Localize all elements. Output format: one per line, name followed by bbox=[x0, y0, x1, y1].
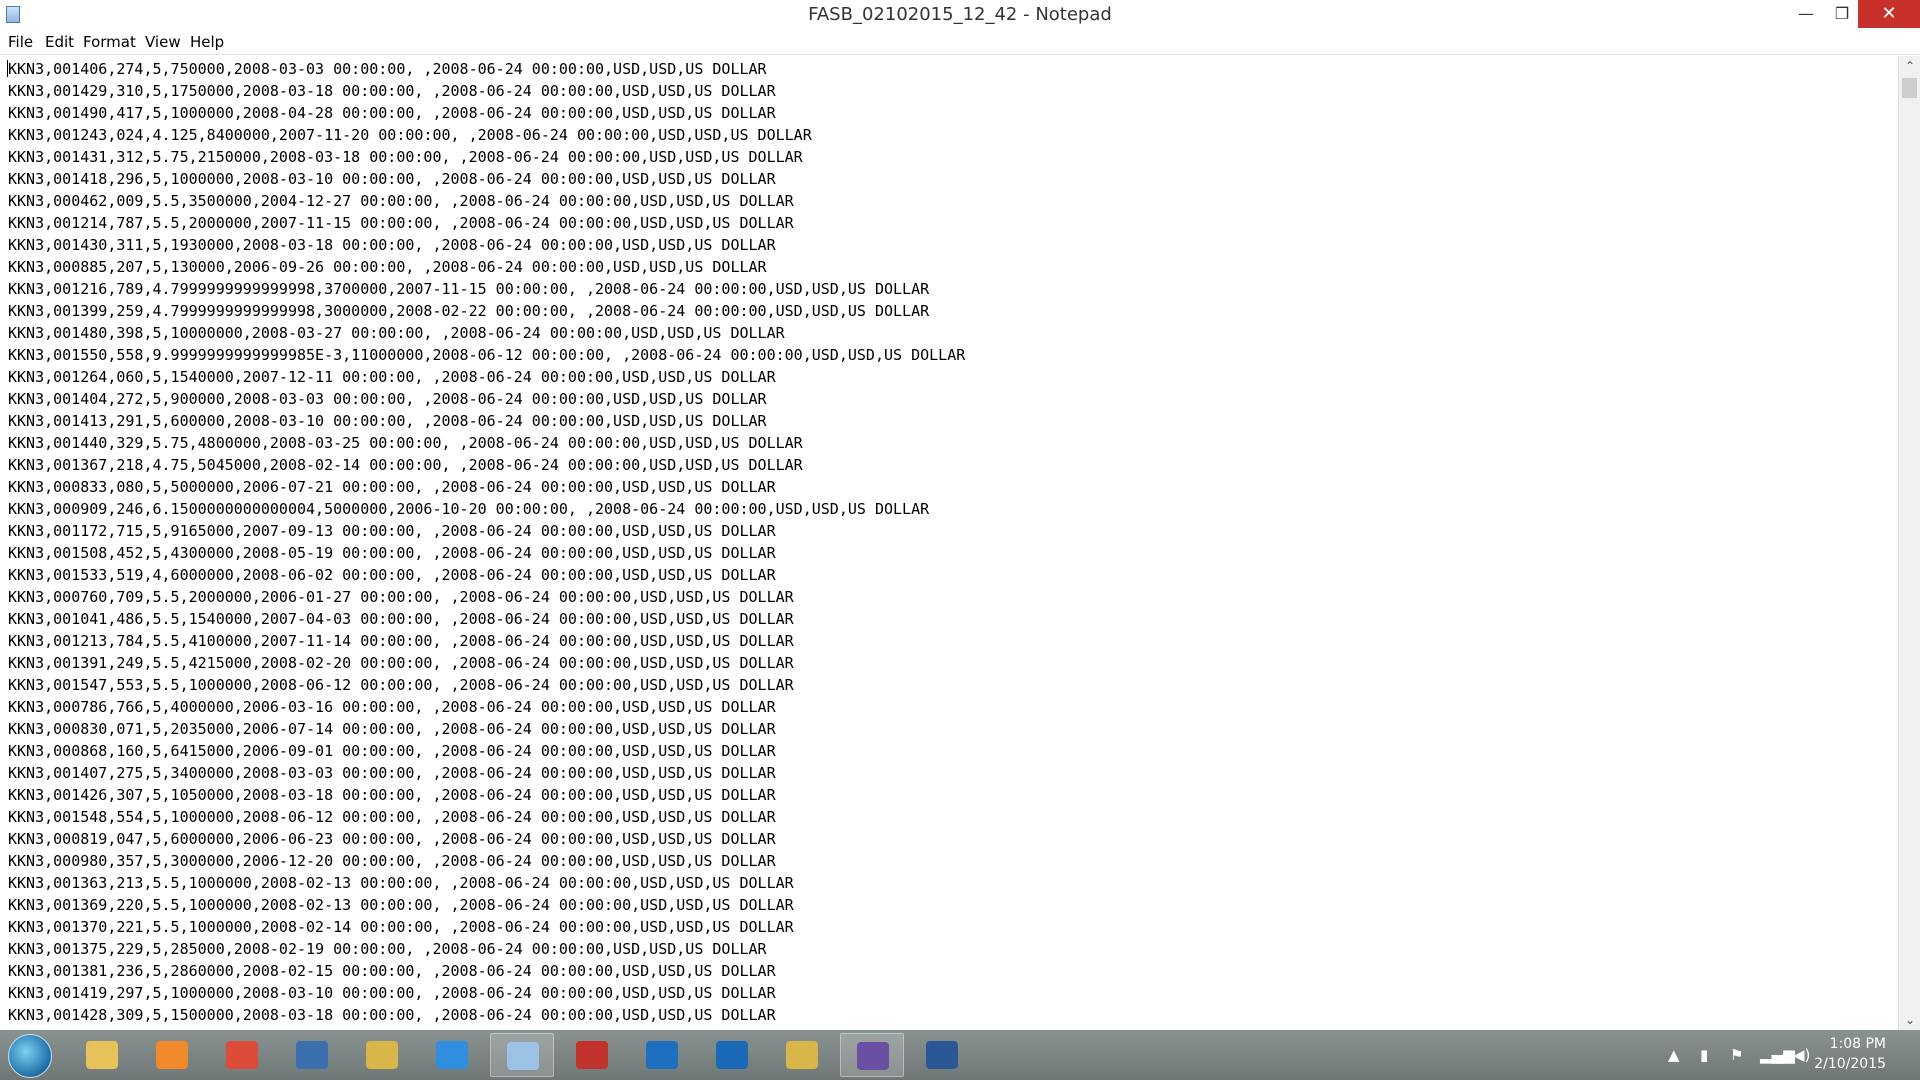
taskbar-tools-button[interactable] bbox=[350, 1033, 414, 1077]
menu-format[interactable]: Format bbox=[83, 30, 136, 54]
text-line: KKN3,000819,047,5,6000000,2006-06-23 00:… bbox=[8, 830, 776, 848]
text-line: KKN3,001375,229,5,285000,2008-02-19 00:0… bbox=[8, 940, 767, 958]
taskbar-notepad-button[interactable] bbox=[490, 1033, 554, 1077]
text-line: KKN3,001264,060,5,1540000,2007-12-11 00:… bbox=[8, 368, 776, 386]
text-line: KKN3,001533,519,4,6000000,2008-06-02 00:… bbox=[8, 566, 776, 584]
tools-2-icon bbox=[786, 1041, 818, 1069]
text-line: KKN3,001428,309,5,1500000,2008-03-18 00:… bbox=[8, 1006, 776, 1024]
taskbar-visual-studio-button[interactable] bbox=[840, 1033, 904, 1077]
title-bar[interactable]: FASB_02102015_12_42 - Notepad — ❐ ✕ bbox=[0, 0, 1920, 30]
taskbar-word-button[interactable] bbox=[910, 1033, 974, 1077]
minimize-button[interactable]: — bbox=[1786, 0, 1826, 28]
tools-icon bbox=[366, 1041, 398, 1069]
text-line: KKN3,000868,160,5,6415000,2006-09-01 00:… bbox=[8, 742, 776, 760]
text-line: KKN3,001363,213,5.5,1000000,2008-02-13 0… bbox=[8, 874, 794, 892]
text-line: KKN3,001406,274,5,750000,2008-03-03 00:0… bbox=[8, 60, 767, 78]
action-center-flag-icon[interactable]: ⚑ bbox=[1730, 1046, 1743, 1064]
battery-icon[interactable]: ▮ bbox=[1700, 1046, 1708, 1064]
internet-explorer-icon bbox=[436, 1041, 468, 1069]
text-line: KKN3,001430,311,5,1930000,2008-03-18 00:… bbox=[8, 236, 776, 254]
text-line: KKN3,001440,329,5.75,4800000,2008-03-25 … bbox=[8, 434, 803, 452]
text-line: KKN3,001216,789,4.7999999999999998,37000… bbox=[8, 280, 930, 298]
text-line: KKN3,000462,009,5.5,3500000,2004-12-27 0… bbox=[8, 192, 794, 210]
text-line: KKN3,000760,709,5.5,2000000,2006-01-27 0… bbox=[8, 588, 794, 606]
text-line: KKN3,001480,398,5,10000000,2008-03-27 00… bbox=[8, 324, 785, 342]
text-line: KKN3,001172,715,5,9165000,2007-09-13 00:… bbox=[8, 522, 776, 540]
text-line: KKN3,001429,310,5,1750000,2008-03-18 00:… bbox=[8, 82, 776, 100]
window-title: FASB_02102015_12_42 - Notepad bbox=[808, 4, 1112, 25]
taskbar-lync-button[interactable] bbox=[630, 1033, 694, 1077]
scroll-up-arrow-icon[interactable]: ⌃ bbox=[1899, 56, 1920, 76]
text-line: KKN3,001243,024,4.125,8400000,2007-11-20… bbox=[8, 126, 812, 144]
document-text[interactable]: KKN3,001406,274,5,750000,2008-03-03 00:0… bbox=[8, 58, 965, 1026]
text-line: KKN3,001490,417,5,1000000,2008-04-28 00:… bbox=[8, 104, 776, 122]
text-line: KKN3,001413,291,5,600000,2008-03-10 00:0… bbox=[8, 412, 767, 430]
network-signal-icon[interactable]: ▂▄▆ bbox=[1760, 1046, 1795, 1064]
text-line: KKN3,001431,312,5.75,2150000,2008-03-18 … bbox=[8, 148, 803, 166]
text-line: KKN3,000980,357,5,3000000,2006-12-20 00:… bbox=[8, 852, 776, 870]
media-player-icon bbox=[156, 1041, 188, 1069]
taskbar-toolbox-button[interactable] bbox=[560, 1033, 624, 1077]
text-line: KKN3,001399,259,4.7999999999999998,30000… bbox=[8, 302, 930, 320]
text-line: KKN3,001548,554,5,1000000,2008-06-12 00:… bbox=[8, 808, 776, 826]
text-line: KKN3,000833,080,5,5000000,2006-07-21 00:… bbox=[8, 478, 776, 496]
taskbar-file-explorer-button[interactable] bbox=[70, 1033, 134, 1077]
menu-help[interactable]: Help bbox=[190, 30, 224, 54]
menu-bar: File Edit Format View Help bbox=[0, 30, 1920, 55]
taskbar-tools-2-button[interactable] bbox=[770, 1033, 834, 1077]
scrollbar-thumb[interactable] bbox=[1902, 78, 1917, 98]
text-line: KKN3,001370,221,5.5,1000000,2008-02-14 0… bbox=[8, 918, 794, 936]
close-button[interactable]: ✕ bbox=[1858, 0, 1920, 28]
menu-file[interactable]: File bbox=[8, 30, 33, 54]
visual-studio-icon bbox=[857, 1042, 889, 1070]
menu-view[interactable]: View bbox=[145, 30, 181, 54]
text-line: KKN3,001550,558,9.9999999999999985E-3,11… bbox=[8, 346, 966, 364]
taskbar-internet-explorer-button[interactable] bbox=[420, 1033, 484, 1077]
clock-date[interactable]: 2/10/2015 bbox=[1814, 1056, 1886, 1072]
lync-icon bbox=[646, 1041, 678, 1069]
remote-desktop-icon bbox=[296, 1041, 328, 1069]
text-line: KKN3,000830,071,5,2035000,2006-07-14 00:… bbox=[8, 720, 776, 738]
taskbar-outlook-button[interactable] bbox=[700, 1033, 764, 1077]
text-line: KKN3,001213,784,5.5,4100000,2007-11-14 0… bbox=[8, 632, 794, 650]
toolbox-icon bbox=[576, 1041, 608, 1069]
maximize-button[interactable]: ❐ bbox=[1822, 0, 1862, 28]
vertical-scrollbar[interactable]: ⌃ ⌄ bbox=[1898, 56, 1920, 1030]
text-line: KKN3,001419,297,5,1000000,2008-03-10 00:… bbox=[8, 984, 776, 1002]
text-line: KKN3,001214,787,5.5,2000000,2007-11-15 0… bbox=[8, 214, 794, 232]
text-line: KKN3,001508,452,5,4300000,2008-05-19 00:… bbox=[8, 544, 776, 562]
text-line: KKN3,001407,275,5,3400000,2008-03-03 00:… bbox=[8, 764, 776, 782]
taskbar: ▲ ▮ ⚑ ▂▄▆ ◀) 1:08 PM 2/10/2015 bbox=[0, 1030, 1920, 1080]
clock-time[interactable]: 1:08 PM bbox=[1830, 1036, 1886, 1052]
text-line: KKN3,001426,307,5,1050000,2008-03-18 00:… bbox=[8, 786, 776, 804]
text-line: KKN3,000786,766,5,4000000,2006-03-16 00:… bbox=[8, 698, 776, 716]
text-line: KKN3,000885,207,5,130000,2006-09-26 00:0… bbox=[8, 258, 767, 276]
scroll-down-arrow-icon[interactable]: ⌄ bbox=[1899, 1010, 1920, 1030]
text-line: KKN3,001418,296,5,1000000,2008-03-10 00:… bbox=[8, 170, 776, 188]
notepad-icon bbox=[507, 1042, 539, 1070]
text-line: KKN3,001369,220,5.5,1000000,2008-02-13 0… bbox=[8, 896, 794, 914]
file-explorer-icon bbox=[86, 1041, 118, 1069]
taskbar-media-player-button[interactable] bbox=[140, 1033, 204, 1077]
text-line: KKN3,000909,246,6.1500000000000004,50000… bbox=[8, 500, 930, 518]
volume-icon[interactable]: ◀) bbox=[1793, 1046, 1810, 1064]
menu-edit[interactable]: Edit bbox=[45, 30, 74, 54]
text-line: KKN3,001404,272,5,900000,2008-03-03 00:0… bbox=[8, 390, 767, 408]
start-button[interactable] bbox=[8, 1034, 52, 1078]
taskbar-chrome-button[interactable] bbox=[210, 1033, 274, 1077]
text-line: KKN3,001381,236,5,2860000,2008-02-15 00:… bbox=[8, 962, 776, 980]
chrome-icon bbox=[226, 1041, 258, 1069]
outlook-icon bbox=[716, 1041, 748, 1069]
text-line: KKN3,001391,249,5.5,4215000,2008-02-20 0… bbox=[8, 654, 794, 672]
text-line: KKN3,001547,553,5.5,1000000,2008-06-12 0… bbox=[8, 676, 794, 694]
text-line: KKN3,001367,218,4.75,5045000,2008-02-14 … bbox=[8, 456, 803, 474]
word-icon bbox=[926, 1041, 958, 1069]
taskbar-remote-desktop-button[interactable] bbox=[280, 1033, 344, 1077]
tray-overflow-chevron-icon[interactable]: ▲ bbox=[1668, 1046, 1680, 1064]
text-line: KKN3,001041,486,5.5,1540000,2007-04-03 0… bbox=[8, 610, 794, 628]
